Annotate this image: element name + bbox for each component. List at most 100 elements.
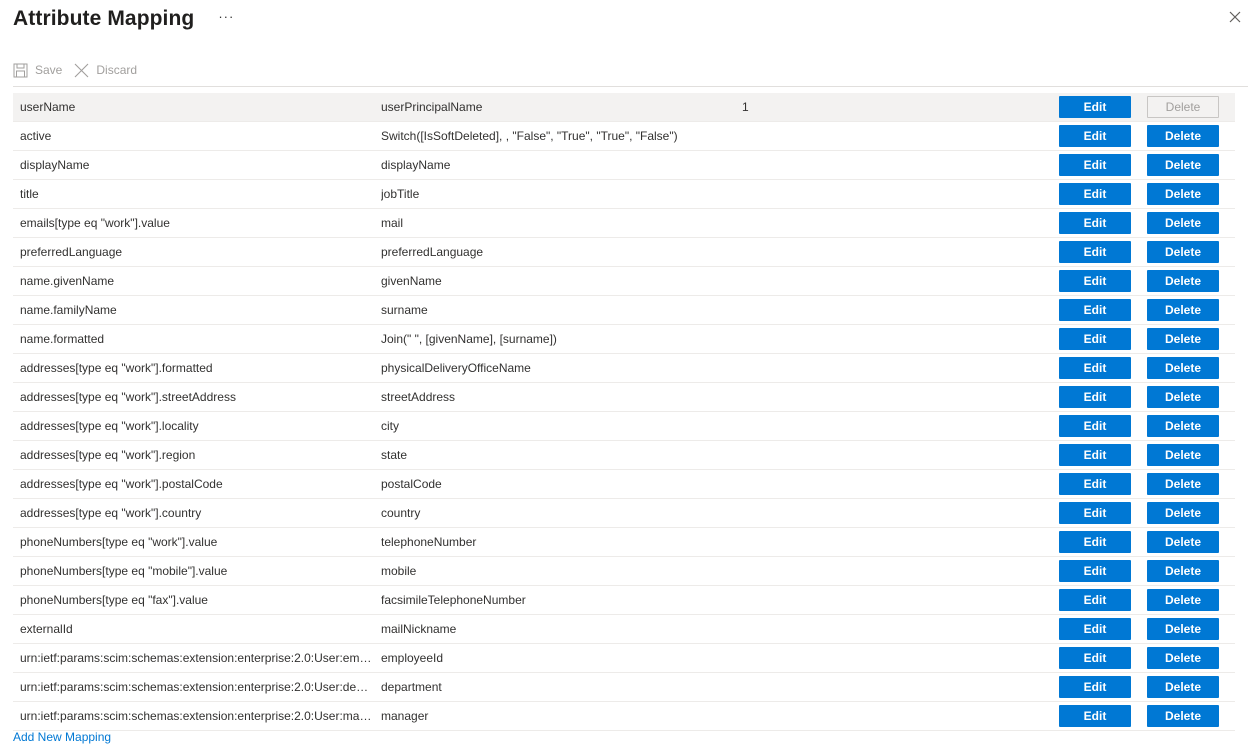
source-attribute-cell: mobile [381, 564, 417, 578]
table-row[interactable]: addresses[type eq "work"].country country… [13, 499, 1235, 528]
source-attribute-cell: userPrincipalName [381, 100, 483, 114]
more-options-icon[interactable]: ··· [218, 9, 234, 24]
table-row[interactable]: displayName displayName Edit Delete [13, 151, 1235, 180]
source-attribute-cell: Switch([IsSoftDeleted], , "False", "True… [381, 129, 678, 143]
edit-button[interactable]: Edit [1059, 154, 1131, 176]
edit-button[interactable]: Edit [1059, 241, 1131, 263]
table-row[interactable]: name.familyName surname Edit Delete [13, 296, 1235, 325]
divider [13, 86, 1248, 87]
source-attribute-cell: manager [381, 709, 429, 723]
source-attribute-cell: employeeId [381, 651, 444, 665]
target-attribute-cell: addresses[type eq "work"].streetAddress [20, 390, 236, 404]
edit-button[interactable]: Edit [1059, 589, 1131, 611]
source-attribute-cell: givenName [381, 274, 442, 288]
delete-button[interactable]: Delete [1147, 328, 1219, 350]
table-row[interactable]: preferredLanguage preferredLanguage Edit De… [13, 238, 1235, 267]
edit-button[interactable]: Edit [1059, 299, 1131, 321]
delete-button[interactable]: Delete [1147, 357, 1219, 379]
save-button[interactable]: Save [13, 63, 62, 78]
table-row[interactable]: name.formatted Join(" ", [givenName], [su… [13, 325, 1235, 354]
edit-button[interactable]: Edit [1059, 212, 1131, 234]
table-row[interactable]: addresses[type eq "work"].streetAddress s… [13, 383, 1235, 412]
table-row[interactable]: phoneNumbers[type eq "mobile"].value mobi… [13, 557, 1235, 586]
edit-button[interactable]: Edit [1059, 386, 1131, 408]
delete-button[interactable]: Delete [1147, 705, 1219, 727]
edit-button[interactable]: Edit [1059, 270, 1131, 292]
table-row[interactable]: phoneNumbers[type eq "fax"].value facsimi… [13, 586, 1235, 615]
edit-button[interactable]: Edit [1059, 328, 1131, 350]
target-attribute-cell: title [20, 187, 39, 201]
delete-button[interactable]: Delete [1147, 241, 1219, 263]
source-attribute-cell: mail [381, 216, 404, 230]
delete-button[interactable]: Delete [1147, 444, 1219, 466]
delete-button[interactable]: Delete [1147, 154, 1219, 176]
edit-button[interactable]: Edit [1059, 473, 1131, 495]
delete-button[interactable]: Delete [1147, 676, 1219, 698]
table-row[interactable]: userName userPrincipalName 1 Edit Delete [13, 93, 1235, 122]
edit-button[interactable]: Edit [1059, 183, 1131, 205]
edit-button[interactable]: Edit [1059, 502, 1131, 524]
source-attribute-cell: Join(" ", [givenName], [surname]) [381, 332, 557, 346]
target-attribute-cell: phoneNumbers[type eq "work"].value [20, 535, 218, 549]
source-attribute-cell: displayName [381, 158, 451, 172]
delete-button[interactable]: Delete [1147, 560, 1219, 582]
source-attribute-cell: department [381, 680, 442, 694]
save-icon [13, 63, 28, 77]
table-row[interactable]: active Switch([IsSoftDeleted], , "False",… [13, 122, 1235, 151]
delete-button[interactable]: Delete [1147, 647, 1219, 669]
edit-button[interactable]: Edit [1059, 647, 1131, 669]
table-row[interactable]: title jobTitle Edit Delete [13, 180, 1235, 209]
table-row[interactable]: name.givenName givenName Edit Delete [13, 267, 1235, 296]
delete-button[interactable]: Delete [1147, 212, 1219, 234]
table-row[interactable]: urn:ietf:params:scim:schemas:extension:e… [13, 702, 1235, 731]
edit-button[interactable]: Edit [1059, 560, 1131, 582]
target-attribute-cell: name.formatted [20, 332, 105, 346]
discard-button[interactable]: Discard [74, 63, 137, 78]
target-attribute-cell: phoneNumbers[type eq "fax"].value [20, 593, 208, 607]
edit-button[interactable]: Edit [1059, 676, 1131, 698]
delete-button[interactable]: Delete [1147, 415, 1219, 437]
edit-button[interactable]: Edit [1059, 705, 1131, 727]
save-label: Save [35, 63, 63, 77]
delete-button[interactable]: Delete [1147, 473, 1219, 495]
delete-button[interactable]: Delete [1147, 270, 1219, 292]
delete-button[interactable]: Delete [1147, 125, 1219, 147]
source-attribute-cell: facsimileTelephoneNumber [381, 593, 526, 607]
edit-button[interactable]: Edit [1059, 125, 1131, 147]
edit-button[interactable]: Edit [1059, 357, 1131, 379]
table-row[interactable]: urn:ietf:params:scim:schemas:extension:e… [13, 644, 1235, 673]
table-row[interactable]: addresses[type eq "work"].formatted physi… [13, 354, 1235, 383]
target-attribute-cell: urn:ietf:params:scim:schemas:extension:e… [20, 680, 372, 694]
delete-button[interactable]: Delete [1147, 531, 1219, 553]
delete-button[interactable]: Delete [1147, 502, 1219, 524]
table-row[interactable]: addresses[type eq "work"].postalCode post… [13, 470, 1235, 499]
delete-button[interactable]: Delete [1147, 618, 1219, 640]
table-row[interactable]: externalId mailNickname Edit Delete [13, 615, 1235, 644]
edit-button[interactable]: Edit [1059, 415, 1131, 437]
target-attribute-cell: active [20, 129, 52, 143]
delete-button[interactable]: Delete [1147, 183, 1219, 205]
delete-button[interactable]: Delete [1147, 386, 1219, 408]
target-attribute-cell: addresses[type eq "work"].postalCode [20, 477, 223, 491]
table-row[interactable]: phoneNumbers[type eq "work"].value teleph… [13, 528, 1235, 557]
target-attribute-cell: addresses[type eq "work"].region [20, 448, 196, 462]
source-attribute-cell: postalCode [381, 477, 442, 491]
edit-button[interactable]: Edit [1059, 531, 1131, 553]
source-attribute-cell: streetAddress [381, 390, 456, 404]
table-row[interactable]: emails[type eq "work"].value mail Edit Dele… [13, 209, 1235, 238]
edit-button[interactable]: Edit [1059, 444, 1131, 466]
command-bar: Save Discard [13, 58, 149, 82]
blade-header: Attribute Mapping ··· [13, 4, 234, 34]
delete-button[interactable]: Delete [1147, 589, 1219, 611]
table-row[interactable]: urn:ietf:params:scim:schemas:extension:e… [13, 673, 1235, 702]
target-attribute-cell: phoneNumbers[type eq "mobile"].value [20, 564, 228, 578]
table-row[interactable]: addresses[type eq "work"].locality city Ed… [13, 412, 1235, 441]
table-row[interactable]: addresses[type eq "work"].region state Edi… [13, 441, 1235, 470]
edit-button[interactable]: Edit [1059, 618, 1131, 640]
edit-button[interactable]: Edit [1059, 96, 1131, 118]
add-new-mapping-link[interactable]: Add New Mapping [13, 730, 111, 744]
source-attribute-cell: jobTitle [381, 187, 420, 201]
close-icon[interactable] [1226, 8, 1244, 26]
target-attribute-cell: name.givenName [20, 274, 115, 288]
delete-button[interactable]: Delete [1147, 299, 1219, 321]
